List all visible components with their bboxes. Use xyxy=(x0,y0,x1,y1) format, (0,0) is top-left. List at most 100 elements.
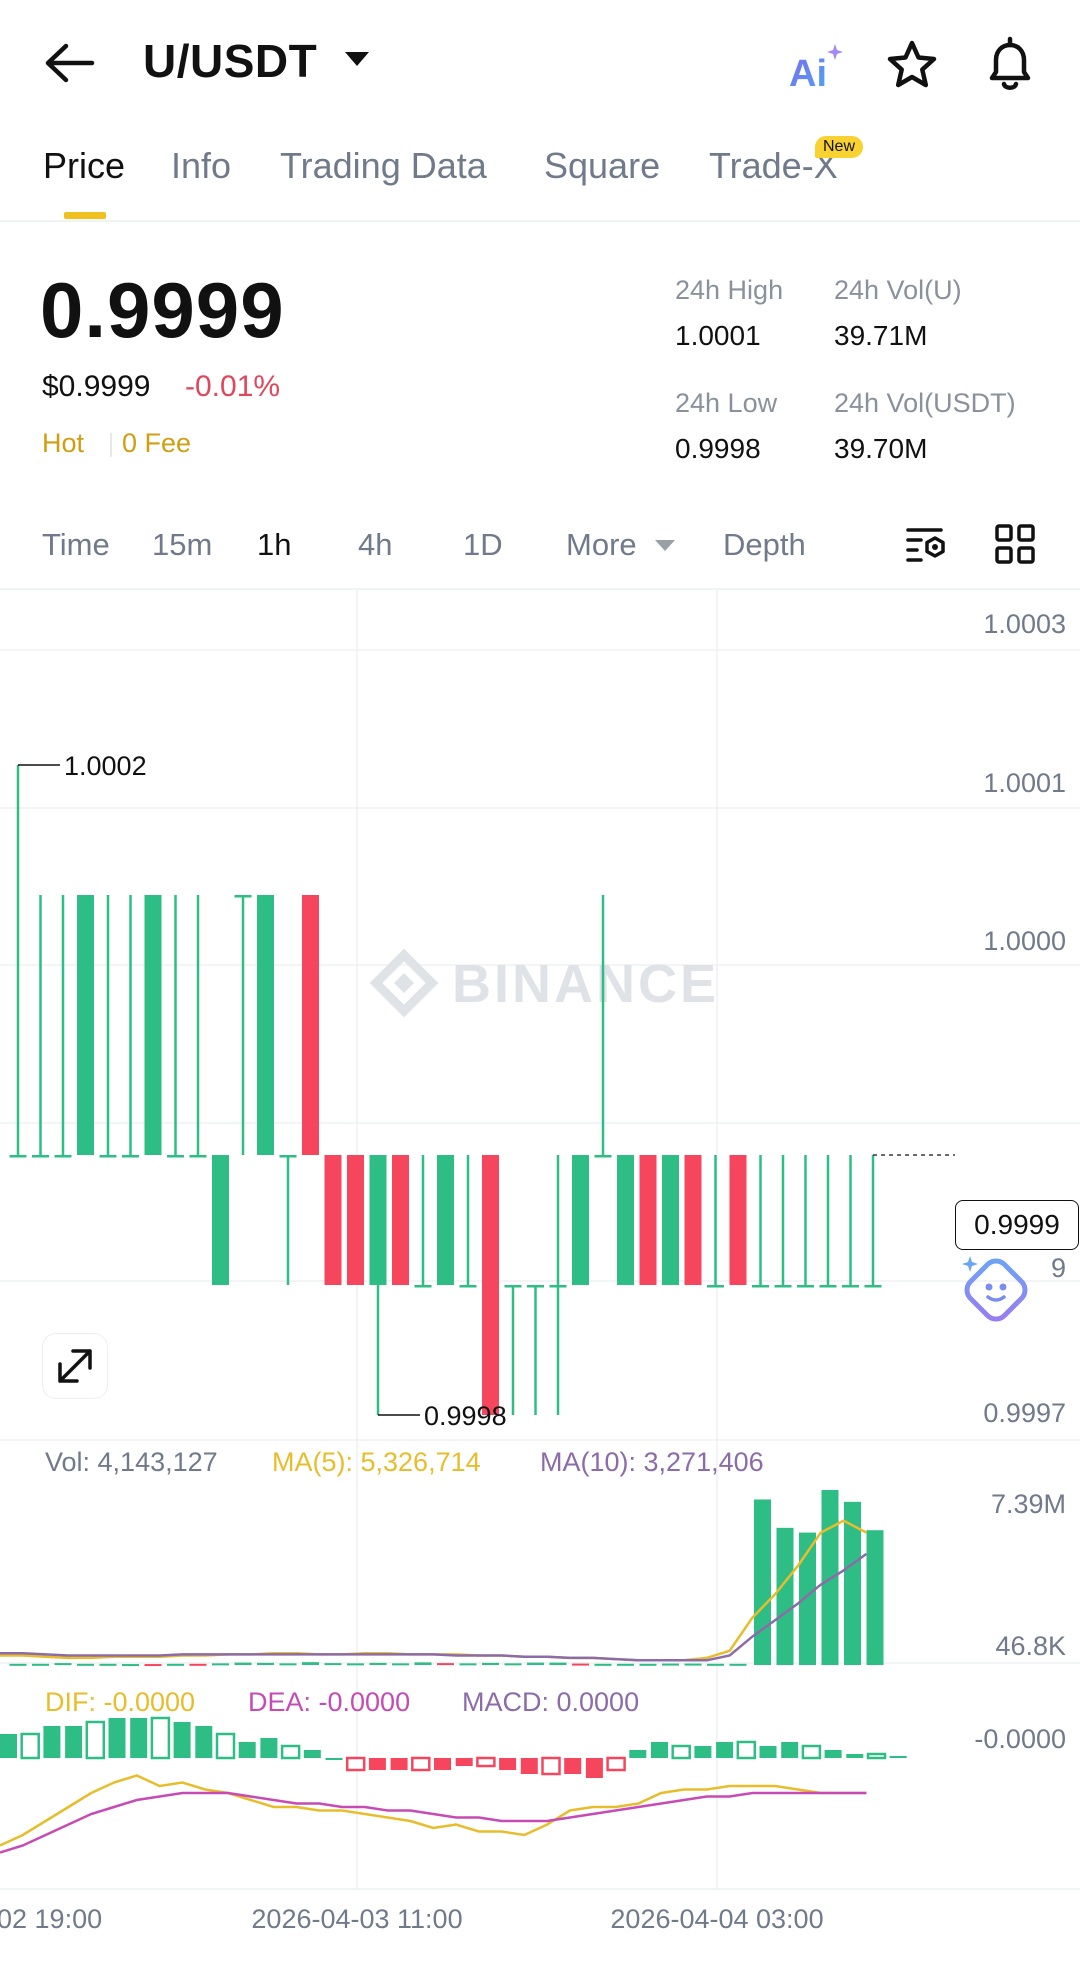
candle-body xyxy=(842,1285,859,1288)
volume-axis-label: 7.39M xyxy=(991,1489,1066,1519)
macd-histogram-bar xyxy=(759,1746,777,1758)
chart-settings-icon xyxy=(906,528,945,562)
bell-icon xyxy=(989,36,1031,90)
high-value: 1.0001 xyxy=(675,320,761,351)
volume-bar xyxy=(144,1664,162,1667)
zero-fee-tag[interactable]: 0 Fee xyxy=(122,428,191,459)
candle-body xyxy=(864,1285,882,1288)
ai-icon: Ai xyxy=(789,44,843,95)
candle-body xyxy=(302,895,319,1155)
volume-label: Vol: 4,143,127 xyxy=(45,1447,218,1477)
time-axis-label: 02 19:00 xyxy=(0,1904,102,1934)
interval-15m[interactable]: 15m xyxy=(152,527,212,563)
candles: 1.0002 0.9998 xyxy=(9,751,955,1431)
candle-body xyxy=(9,1155,27,1158)
low-value: 0.9998 xyxy=(675,433,761,464)
interval-time[interactable]: Time xyxy=(42,527,110,563)
macd-histogram-bar xyxy=(455,1758,473,1766)
vol-quote-value: 39.70M xyxy=(834,433,928,464)
macd-histogram-bar xyxy=(345,1756,366,1772)
candle-body xyxy=(662,1155,679,1285)
macd-histogram-bar xyxy=(280,1744,301,1760)
volume-bar xyxy=(234,1662,252,1665)
ai-label: Ai xyxy=(789,53,827,94)
depth-tab[interactable]: Depth xyxy=(723,527,806,563)
candle-body xyxy=(369,1155,387,1285)
star-icon xyxy=(887,40,937,88)
price-axis-label: 9 xyxy=(1051,1253,1066,1283)
last-price: 0.9999 xyxy=(40,266,285,354)
volume-bar xyxy=(527,1662,544,1665)
tab-price[interactable]: Price xyxy=(43,145,125,187)
interval-more[interactable]: More xyxy=(566,527,637,563)
vol-quote-label: 24h Vol(USDT) xyxy=(834,388,1016,418)
macd-histogram-bar xyxy=(889,1756,907,1758)
fullscreen-button[interactable] xyxy=(42,1333,108,1399)
layout-grid-button[interactable] xyxy=(993,522,1037,566)
vol-base-label: 24h Vol(U) xyxy=(834,275,962,305)
candle-body xyxy=(549,1285,567,1288)
candlestick-chart[interactable]: BINANCE 1.00020.9998 7.39M46.8K -0.0000 … xyxy=(0,590,1080,1974)
candle-body xyxy=(617,1155,634,1285)
volume-bar xyxy=(707,1663,724,1666)
volume-bar xyxy=(482,1662,499,1665)
macd-histogram-bar xyxy=(824,1750,842,1758)
volume-bar xyxy=(639,1663,657,1666)
watermark-text: BINANCE xyxy=(452,954,719,1014)
volume-bar xyxy=(167,1663,184,1666)
favorite-button[interactable] xyxy=(882,36,942,96)
macd-histogram-bar xyxy=(606,1756,626,1772)
volume-bar xyxy=(324,1663,342,1666)
candle-body xyxy=(504,1285,522,1288)
candle-body xyxy=(774,1285,792,1288)
tab-square[interactable]: Square xyxy=(544,145,660,187)
chart-assistant-button[interactable] xyxy=(958,1252,1034,1328)
macd-histogram-bar xyxy=(629,1750,647,1758)
macd-histogram-bar xyxy=(694,1746,712,1758)
macd-histogram-bar xyxy=(85,1720,106,1760)
volume-bar xyxy=(684,1663,702,1666)
time-axis: 02 19:00 2026-04-03 11:00 2026-04-04 03:00 xyxy=(0,1904,824,1934)
interval-1d[interactable]: 1D xyxy=(463,527,503,563)
candle-body xyxy=(752,1285,769,1288)
notification-button[interactable] xyxy=(980,34,1040,96)
current-price-tag: 0.9999 xyxy=(955,1200,1079,1250)
candle-body xyxy=(122,1155,139,1158)
candle-body xyxy=(797,1285,814,1288)
volume-bar xyxy=(572,1663,589,1666)
candle-body xyxy=(99,1155,117,1158)
candle-body xyxy=(482,1155,499,1415)
interval-1h[interactable]: 1h xyxy=(257,527,291,563)
macd-histogram-bar xyxy=(173,1722,191,1758)
pair-title[interactable]: U/USDT xyxy=(143,34,317,88)
volume-ma10-label: MA(10): 3,271,406 xyxy=(540,1447,764,1477)
back-button[interactable] xyxy=(40,38,100,88)
new-badge: New xyxy=(815,136,864,158)
macd-histogram-bar xyxy=(564,1758,582,1774)
tab-info[interactable]: Info xyxy=(171,145,231,187)
macd-histogram-bar xyxy=(651,1742,668,1758)
pair-dropdown-caret-icon[interactable] xyxy=(345,52,369,66)
candle-body xyxy=(32,1155,49,1158)
macd-histogram-bar xyxy=(846,1754,864,1758)
interval-4h[interactable]: 4h xyxy=(358,527,392,563)
macd-histogram-bar xyxy=(434,1758,451,1770)
tag-divider xyxy=(110,433,112,457)
macd-histogram-bar xyxy=(368,1758,386,1770)
ai-assistant-button[interactable]: Ai xyxy=(785,40,845,95)
macd-histogram-bar xyxy=(671,1744,691,1760)
more-caret-icon xyxy=(655,540,675,551)
low-label: 24h Low xyxy=(675,388,778,418)
candle-body xyxy=(572,1155,589,1285)
macd-label: MACD: 0.0000 xyxy=(462,1687,640,1717)
macd-histogram-bar xyxy=(0,1734,17,1758)
volume-bar xyxy=(504,1663,522,1666)
tab-trading-data[interactable]: Trading Data xyxy=(280,145,487,187)
candle-body xyxy=(392,1155,409,1285)
hot-tag[interactable]: Hot xyxy=(42,428,84,459)
active-tab-indicator xyxy=(64,212,106,219)
volume-bar xyxy=(122,1664,139,1667)
high-label: 24h High xyxy=(675,275,784,305)
candle-body xyxy=(257,895,274,1155)
chart-settings-button[interactable] xyxy=(905,522,949,566)
